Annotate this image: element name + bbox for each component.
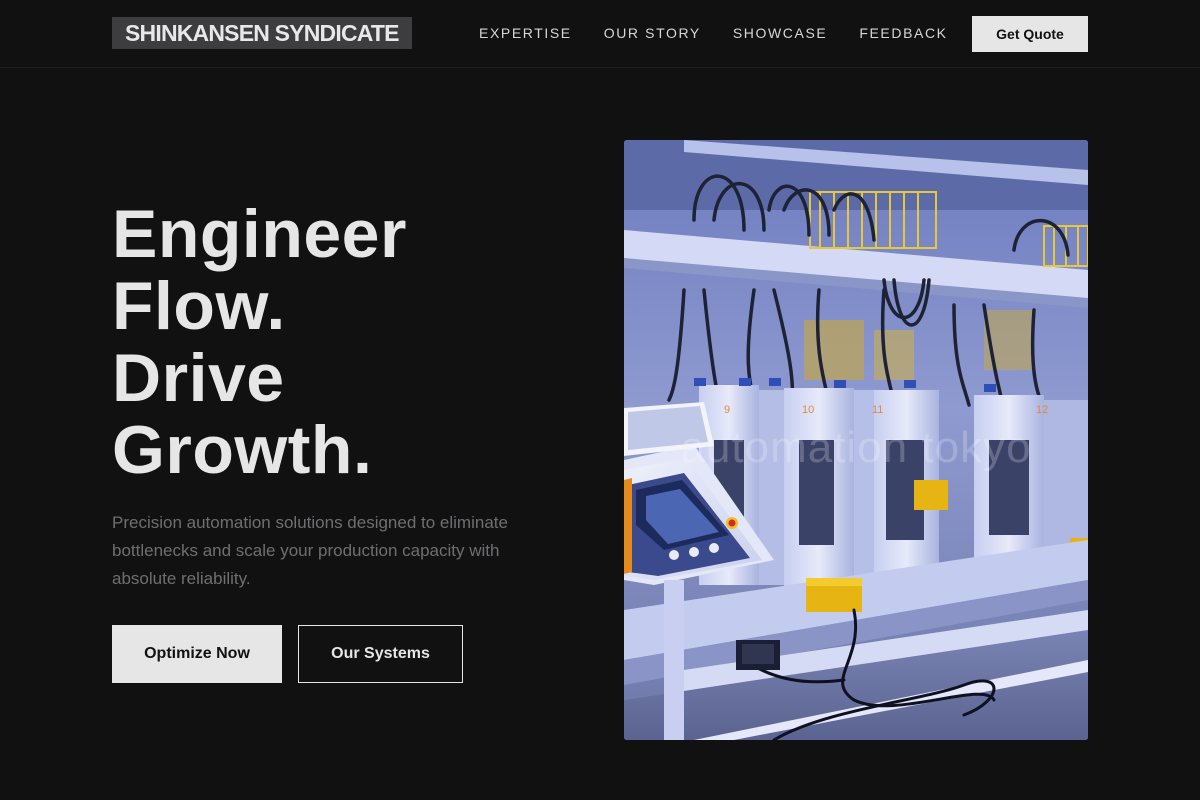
optimize-now-button[interactable]: Optimize Now bbox=[112, 625, 282, 683]
station-number-label: 11 bbox=[872, 404, 883, 416]
hero-title-line: Growth. bbox=[112, 412, 373, 488]
nav-link-feedback[interactable]: FEEDBACK bbox=[859, 24, 947, 42]
hero-title-line: Flow. bbox=[112, 268, 286, 344]
automation-line-illustration: 9 10 11 12 bbox=[624, 140, 1088, 740]
hero-title: Engineer Flow. Drive Growth. bbox=[112, 198, 572, 486]
nav-link-showcase[interactable]: SHOWCASE bbox=[733, 24, 827, 42]
site-header: SHINKANSEN SYNDICATE EXPERTISE OUR STORY… bbox=[0, 0, 1200, 68]
station-number-label: 9 bbox=[724, 404, 730, 416]
nav-link-expertise[interactable]: EXPERTISE bbox=[479, 24, 572, 42]
main-nav: EXPERTISE OUR STORY SHOWCASE FEEDBACK bbox=[479, 24, 948, 42]
hero-title-line: Drive bbox=[112, 340, 285, 416]
sensor-box bbox=[914, 480, 948, 510]
brand-logo[interactable]: SHINKANSEN SYNDICATE bbox=[112, 17, 412, 49]
hero-machinery-image: 9 10 11 12 automation tokyo bbox=[624, 140, 1088, 740]
station-number-label: 10 bbox=[802, 404, 814, 416]
hero-title-line: Engineer bbox=[112, 196, 407, 272]
station-number-label: 12 bbox=[1036, 404, 1048, 416]
nav-link-our-story[interactable]: OUR STORY bbox=[604, 24, 701, 42]
hero-description: Precision automation solutions designed … bbox=[112, 513, 508, 588]
our-systems-button[interactable]: Our Systems bbox=[298, 625, 463, 683]
get-quote-button[interactable]: Get Quote bbox=[972, 16, 1088, 52]
